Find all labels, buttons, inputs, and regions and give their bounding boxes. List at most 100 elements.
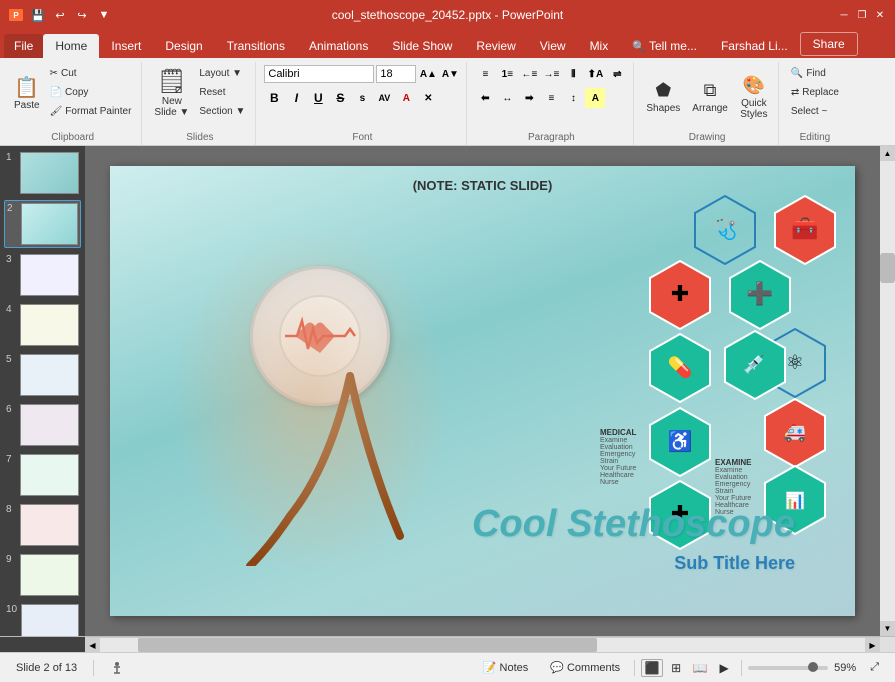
increase-indent-button[interactable]: →≡ — [541, 64, 561, 84]
find-button[interactable]: 🔍Find — [787, 64, 830, 82]
normal-view-button[interactable]: ⬛ — [641, 659, 663, 677]
shadow-button[interactable]: s — [352, 88, 372, 108]
font-size-input[interactable] — [376, 65, 416, 83]
tab-design[interactable]: Design — [153, 34, 214, 58]
slide-thumb-2[interactable]: 2 — [4, 200, 81, 248]
horizontal-scrollbar[interactable]: ◀ ▶ — [85, 637, 880, 652]
italic-button[interactable]: I — [286, 88, 306, 108]
scroll-down-button[interactable]: ▼ — [880, 621, 895, 636]
comments-icon: 💬 — [550, 661, 564, 674]
zoom-level[interactable]: 59% — [834, 662, 856, 674]
highlight-button[interactable]: A — [585, 88, 605, 108]
slide-thumb-8[interactable]: 8 — [4, 502, 81, 548]
slide-thumb-1[interactable]: 1 — [4, 150, 81, 196]
layout-button[interactable]: Layout ▼ — [195, 64, 249, 82]
align-right-button[interactable]: ➡ — [519, 88, 539, 108]
font-size-up-button[interactable]: A▲ — [418, 64, 438, 84]
slide-thumb-7[interactable]: 7 — [4, 452, 81, 498]
scroll-left-button[interactable]: ◀ — [85, 638, 100, 653]
bold-button[interactable]: B — [264, 88, 284, 108]
tab-tell-me[interactable]: 🔍Tell me... — [620, 34, 709, 58]
scroll-right-button[interactable]: ▶ — [865, 638, 880, 653]
decrease-indent-button[interactable]: ←≡ — [519, 64, 539, 84]
line-spacing-button[interactable]: ↕ — [563, 88, 583, 108]
drawing-content: ⬟ Shapes ⧉ Arrange 🎨 QuickStyles — [642, 64, 772, 130]
select-button[interactable]: Select ~ — [787, 102, 831, 120]
scroll-track[interactable] — [880, 161, 895, 621]
slide-thumb-6[interactable]: 6 — [4, 402, 81, 448]
font-group: A▲ A▼ B I U S s AV A ✕ Font — [258, 62, 467, 145]
comments-button[interactable]: 💬 Comments — [542, 659, 628, 676]
copy-button[interactable]: 📄Copy — [46, 83, 136, 101]
h-scroll-thumb[interactable] — [138, 638, 597, 652]
slide-canvas[interactable]: (NOTE: STATIC SLIDE) — [110, 166, 855, 616]
save-icon[interactable]: 💾 — [30, 7, 46, 23]
underline-button[interactable]: U — [308, 88, 328, 108]
numbering-button[interactable]: 1≡ — [497, 64, 517, 84]
tab-transitions[interactable]: Transitions — [215, 34, 297, 58]
new-slide-button[interactable]: 🗒 NewSlide ▼ — [150, 64, 193, 124]
minimize-button[interactable]: ─ — [837, 8, 851, 22]
slide-subtitle[interactable]: Sub Title Here — [674, 553, 795, 574]
tab-view[interactable]: View — [528, 34, 578, 58]
reading-view-button[interactable]: 📖 — [689, 659, 711, 677]
format-painter-button[interactable]: 🖌Format Painter — [46, 102, 136, 120]
clear-format-button[interactable]: ✕ — [418, 88, 438, 108]
h-scroll-track[interactable] — [100, 638, 865, 652]
slide-panel[interactable]: 1 2 3 4 5 — [0, 146, 85, 636]
align-center-button[interactable]: ↔ — [497, 88, 517, 108]
tab-share[interactable]: Share — [800, 32, 858, 56]
justify-button[interactable]: ≡ — [541, 88, 561, 108]
notes-icon: 📝 — [483, 661, 497, 674]
font-name-input[interactable] — [264, 65, 374, 83]
tab-animations[interactable]: Animations — [297, 34, 380, 58]
bottom-scroll-area: ◀ ▶ — [0, 636, 895, 652]
arrange-button[interactable]: ⧉ Arrange — [688, 67, 732, 127]
scroll-up-button[interactable]: ▲ — [880, 146, 895, 161]
cut-button[interactable]: ✂Cut — [46, 64, 136, 82]
close-button[interactable]: ✕ — [873, 8, 887, 22]
char-spacing-button[interactable]: AV — [374, 88, 394, 108]
slide-thumb-5[interactable]: 5 — [4, 352, 81, 398]
fit-window-button[interactable]: ⤢ — [862, 659, 887, 676]
restore-button[interactable]: ❐ — [855, 8, 869, 22]
customize-qat-icon[interactable]: ▼ — [96, 7, 112, 23]
quick-styles-button[interactable]: 🎨 QuickStyles — [736, 67, 772, 127]
text-direction-button[interactable]: ⬆A — [585, 64, 605, 84]
shapes-button[interactable]: ⬟ Shapes — [642, 67, 684, 127]
slide-thumb-3[interactable]: 3 — [4, 252, 81, 298]
reset-button[interactable]: Reset — [195, 83, 249, 101]
slide-thumb-4[interactable]: 4 — [4, 302, 81, 348]
align-left-button[interactable]: ⬅ — [475, 88, 495, 108]
tab-insert[interactable]: Insert — [99, 34, 153, 58]
slide-thumb-10[interactable]: 10 — [4, 602, 81, 636]
convert-button[interactable]: ⇌ — [607, 64, 627, 84]
font-size-down-button[interactable]: A▼ — [440, 64, 460, 84]
status-bar: Slide 2 of 13 📝 Notes 💬 Comments ⬛ ⊞ 📖 ▶… — [0, 652, 895, 682]
accessibility-icon[interactable] — [102, 659, 132, 677]
tab-mix[interactable]: Mix — [578, 34, 621, 58]
font-color-button[interactable]: A — [396, 88, 416, 108]
scroll-thumb[interactable] — [880, 253, 895, 283]
zoom-slider[interactable] — [748, 666, 828, 670]
tab-review[interactable]: Review — [464, 34, 527, 58]
replace-button[interactable]: ⇄Replace — [787, 83, 843, 101]
section-button[interactable]: Section ▼ — [195, 102, 249, 120]
slideshow-button[interactable]: ▶ — [713, 659, 735, 677]
tab-slideshow[interactable]: Slide Show — [380, 34, 464, 58]
tab-file[interactable]: File — [4, 34, 43, 58]
columns-button[interactable]: ⫴ — [563, 64, 583, 84]
notes-button[interactable]: 📝 Notes — [475, 659, 536, 676]
paste-button[interactable]: 📋 Paste — [10, 64, 44, 124]
bullets-button[interactable]: ≡ — [475, 64, 495, 84]
tab-home[interactable]: Home — [43, 34, 99, 58]
slide-thumb-9[interactable]: 9 — [4, 552, 81, 598]
tab-account[interactable]: Farshad Li... — [709, 34, 800, 58]
slide-sorter-button[interactable]: ⊞ — [665, 659, 687, 677]
hand-glow — [170, 226, 450, 576]
redo-icon[interactable]: ↪ — [74, 7, 90, 23]
right-scrollbar[interactable]: ▲ ▼ — [880, 146, 895, 636]
strikethrough-button[interactable]: S — [330, 88, 350, 108]
slide-title[interactable]: Cool Stethoscope — [472, 503, 795, 546]
undo-icon[interactable]: ↩ — [52, 7, 68, 23]
